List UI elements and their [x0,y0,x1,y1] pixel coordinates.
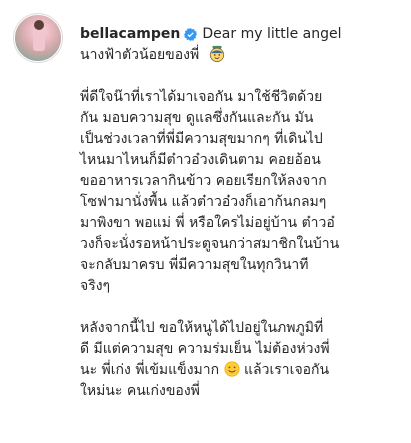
verified-badge-icon [184,28,198,41]
username-link[interactable]: bellacampen [80,24,180,45]
profile-photo [14,14,62,62]
caption-paragraph-2: หลังจากนี้ไป ขอให้หนูได้ไปอยู่ในภพภูมิที… [80,320,330,399]
avatar[interactable] [13,13,63,63]
caption-paragraph-1: พี่ดีใจน๊าที่เราได้มาเจอกัน มาใช้ชีวิตด้… [80,89,340,294]
instagram-post-caption: bellacampen Dear my little angel นางฟ้าต… [0,0,411,443]
caption-header: bellacampen Dear my little angel [80,24,400,45]
caption-block: bellacampen Dear my little angel นางฟ้าต… [80,24,400,402]
smiling-face-emoji-icon [224,361,240,377]
angel-face-emoji-icon [209,45,224,63]
caption-thai-title: นางฟ้าตัวน้อยของพี่ [80,45,400,66]
caption-first-line: Dear my little angel [202,26,342,42]
